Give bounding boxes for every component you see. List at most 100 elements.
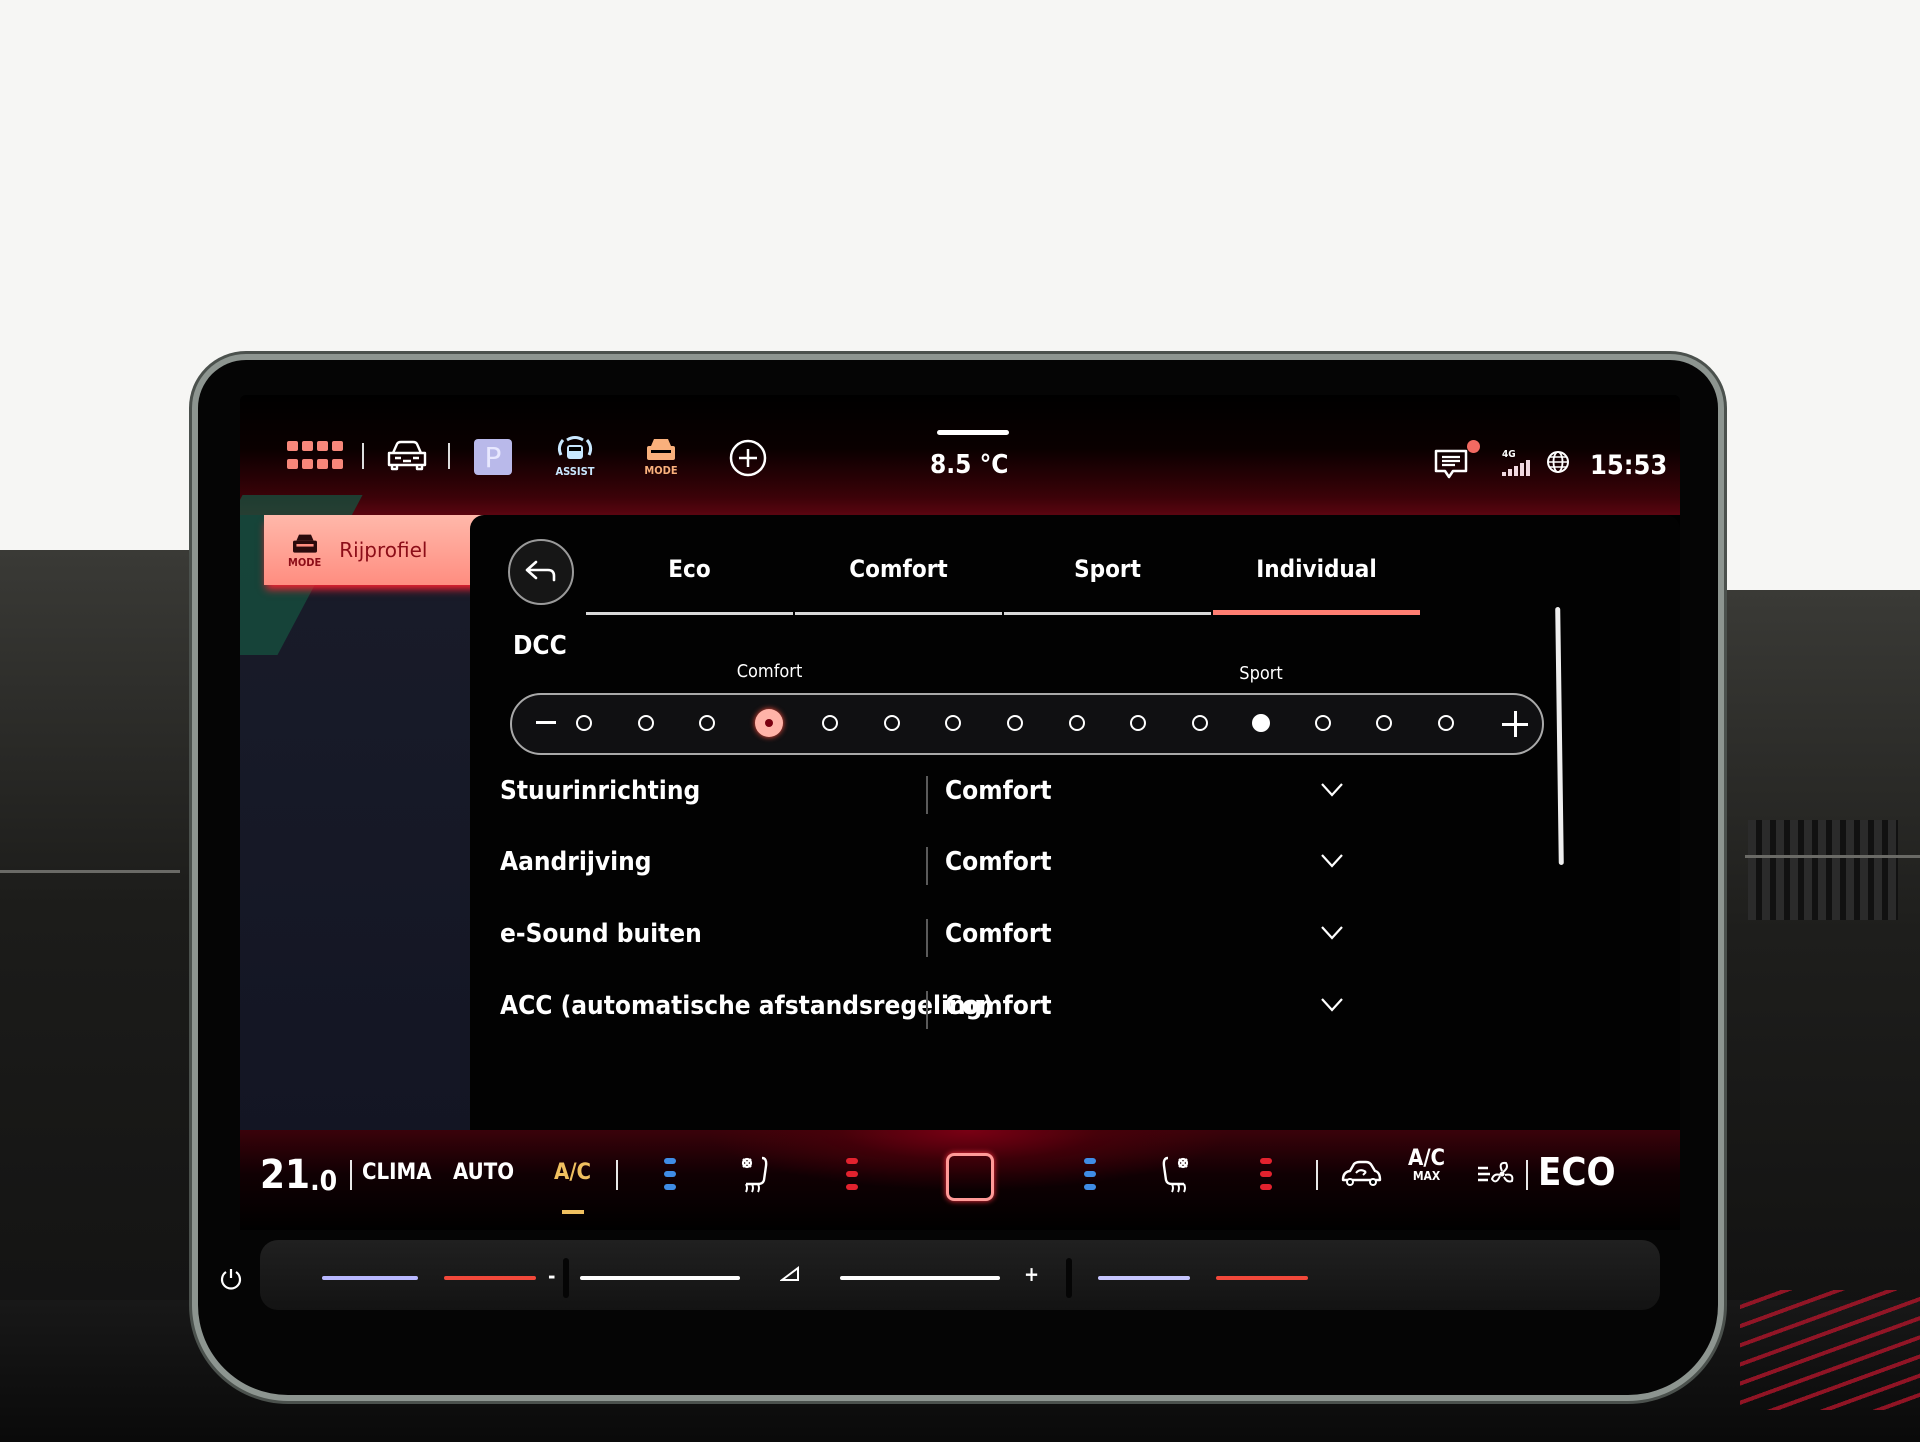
divider [926, 919, 928, 957]
chevron-down-icon[interactable] [1320, 853, 1344, 869]
setting-row-e-sound[interactable]: e-Sound buiten Comfort [500, 903, 1580, 973]
setting-name: Stuurinrichting [500, 776, 701, 806]
message-icon[interactable] [1432, 445, 1470, 483]
infotainment-screen: P ASSIST MODE 8.5 °C 4G 15:53 MODE Rijpr… [240, 395, 1680, 1140]
chevron-down-icon[interactable] [1320, 997, 1344, 1013]
assist-icon[interactable]: ASSIST [550, 431, 600, 481]
dcc-decrease-button[interactable] [536, 721, 556, 724]
dcc-slider[interactable] [510, 693, 1544, 755]
setting-row-aandrijving[interactable]: Aandrijving Comfort [500, 831, 1580, 901]
clima-button[interactable]: CLIMA [362, 1160, 432, 1185]
tab-comfort[interactable]: Comfort [794, 545, 1003, 615]
dcc-position-15[interactable] [1438, 715, 1454, 731]
fan-icon[interactable] [1476, 1160, 1514, 1188]
setting-row-stuurinrichting[interactable]: Stuurinrichting Comfort [500, 760, 1580, 830]
divider [926, 847, 928, 885]
sidebar-item-rijprofiel[interactable]: MODE Rijprofiel [264, 515, 484, 585]
car-icon[interactable] [384, 435, 430, 475]
left-temp-cool-slider[interactable] [322, 1276, 418, 1280]
slider-divider [1066, 1258, 1072, 1298]
temperature-left[interactable]: 21 .0 [260, 1150, 337, 1200]
dashboard-trim [1745, 855, 1920, 858]
back-icon [525, 560, 556, 582]
level-segment [846, 1158, 858, 1164]
globe-icon[interactable] [1544, 448, 1572, 476]
dcc-position-4[interactable] [754, 709, 783, 737]
volume-slider-right[interactable] [840, 1276, 1000, 1280]
dcc-position-13[interactable] [1314, 715, 1331, 731]
dcc-position-1[interactable] [576, 715, 592, 731]
drag-handle[interactable] [937, 430, 1009, 435]
drive-mode-icon[interactable]: MODE [636, 431, 686, 481]
left-seat-heating-level[interactable] [846, 1158, 858, 1190]
right-temp-cool-slider[interactable] [1098, 1276, 1190, 1280]
ac-button[interactable]: A/C [554, 1160, 591, 1185]
parking-icon[interactable]: P [474, 439, 512, 475]
tab-individual[interactable]: Individual [1212, 545, 1421, 615]
recirculation-icon[interactable] [1340, 1158, 1382, 1188]
divider [1316, 1160, 1318, 1190]
setting-name: ACC (automatische afstandsregeling) [500, 991, 994, 1021]
outside-temperature: 8.5 °C [930, 450, 1009, 480]
auto-button[interactable]: AUTO [453, 1160, 514, 1185]
apps-grid-icon[interactable] [286, 440, 344, 470]
setting-value[interactable]: Comfort [945, 991, 1052, 1021]
divider [616, 1160, 618, 1190]
divider [1526, 1160, 1528, 1190]
add-icon[interactable] [728, 438, 768, 478]
right-seat-ventilation-icon[interactable] [1158, 1154, 1192, 1196]
divider [448, 443, 450, 469]
slider-divider [563, 1258, 569, 1298]
ac-active-indicator [562, 1210, 584, 1214]
tab-sport[interactable]: Sport [1003, 545, 1212, 615]
level-segment [1084, 1184, 1096, 1190]
dcc-position-14[interactable] [1376, 715, 1393, 731]
setting-value[interactable]: Comfort [945, 919, 1052, 949]
level-segment [1260, 1184, 1272, 1190]
dcc-position-5[interactable] [822, 715, 839, 731]
left-seat-cooling-level[interactable] [664, 1158, 676, 1190]
dcc-position-2[interactable] [637, 715, 654, 731]
dcc-increase-button[interactable] [1502, 711, 1528, 737]
mode-label: MODE [288, 555, 322, 569]
dcc-position-9[interactable] [1068, 715, 1085, 731]
level-segment [1084, 1158, 1096, 1164]
power-icon[interactable] [218, 1266, 244, 1296]
dcc-position-6[interactable] [883, 715, 900, 731]
dcc-position-3[interactable] [699, 715, 716, 731]
right-seat-heating-level[interactable] [1260, 1158, 1272, 1190]
back-button[interactable] [508, 539, 574, 605]
level-segment [846, 1184, 858, 1190]
dcc-position-10[interactable] [1130, 715, 1147, 731]
divider [926, 776, 928, 814]
eco-button[interactable]: ECO [1538, 1150, 1616, 1194]
right-temp-heat-slider[interactable] [1216, 1276, 1308, 1280]
ambient-light [1740, 1290, 1920, 1410]
dcc-sport-label: Sport [1239, 663, 1283, 684]
left-seat-ventilation-icon[interactable] [738, 1154, 772, 1196]
main-content: Eco Comfort Sport Individual DCC Comfort… [470, 515, 1680, 1140]
clock: 15:53 [1590, 450, 1668, 481]
setting-value[interactable]: Comfort [945, 847, 1052, 877]
setting-row-acc[interactable]: ACC (automatische afstandsregeling) Comf… [500, 975, 1580, 1045]
climate-bar: 21 .0 CLIMA AUTO A/C A/C MAX ECO [240, 1130, 1680, 1230]
dcc-position-7[interactable] [945, 715, 962, 731]
volume-minus[interactable]: - [548, 1264, 555, 1288]
volume-icon [779, 1266, 800, 1286]
ac-max-button[interactable]: A/C MAX [1408, 1148, 1445, 1183]
setting-value[interactable]: Comfort [945, 776, 1052, 806]
tab-eco[interactable]: Eco [585, 545, 794, 615]
dashboard-trim [0, 870, 180, 873]
left-temp-heat-slider[interactable] [444, 1276, 536, 1280]
dcc-position-11[interactable] [1191, 715, 1208, 731]
volume-plus[interactable]: + [1024, 1262, 1039, 1286]
rear-defrost-button[interactable] [946, 1153, 994, 1201]
right-seat-cooling-level[interactable] [1084, 1158, 1096, 1190]
level-segment [846, 1171, 858, 1177]
chevron-down-icon[interactable] [1320, 782, 1344, 798]
dcc-position-8[interactable] [1007, 715, 1023, 731]
network-label: 4G [1502, 448, 1516, 460]
dcc-position-12[interactable] [1252, 714, 1271, 732]
volume-slider-left[interactable] [580, 1276, 740, 1280]
chevron-down-icon[interactable] [1320, 925, 1344, 941]
